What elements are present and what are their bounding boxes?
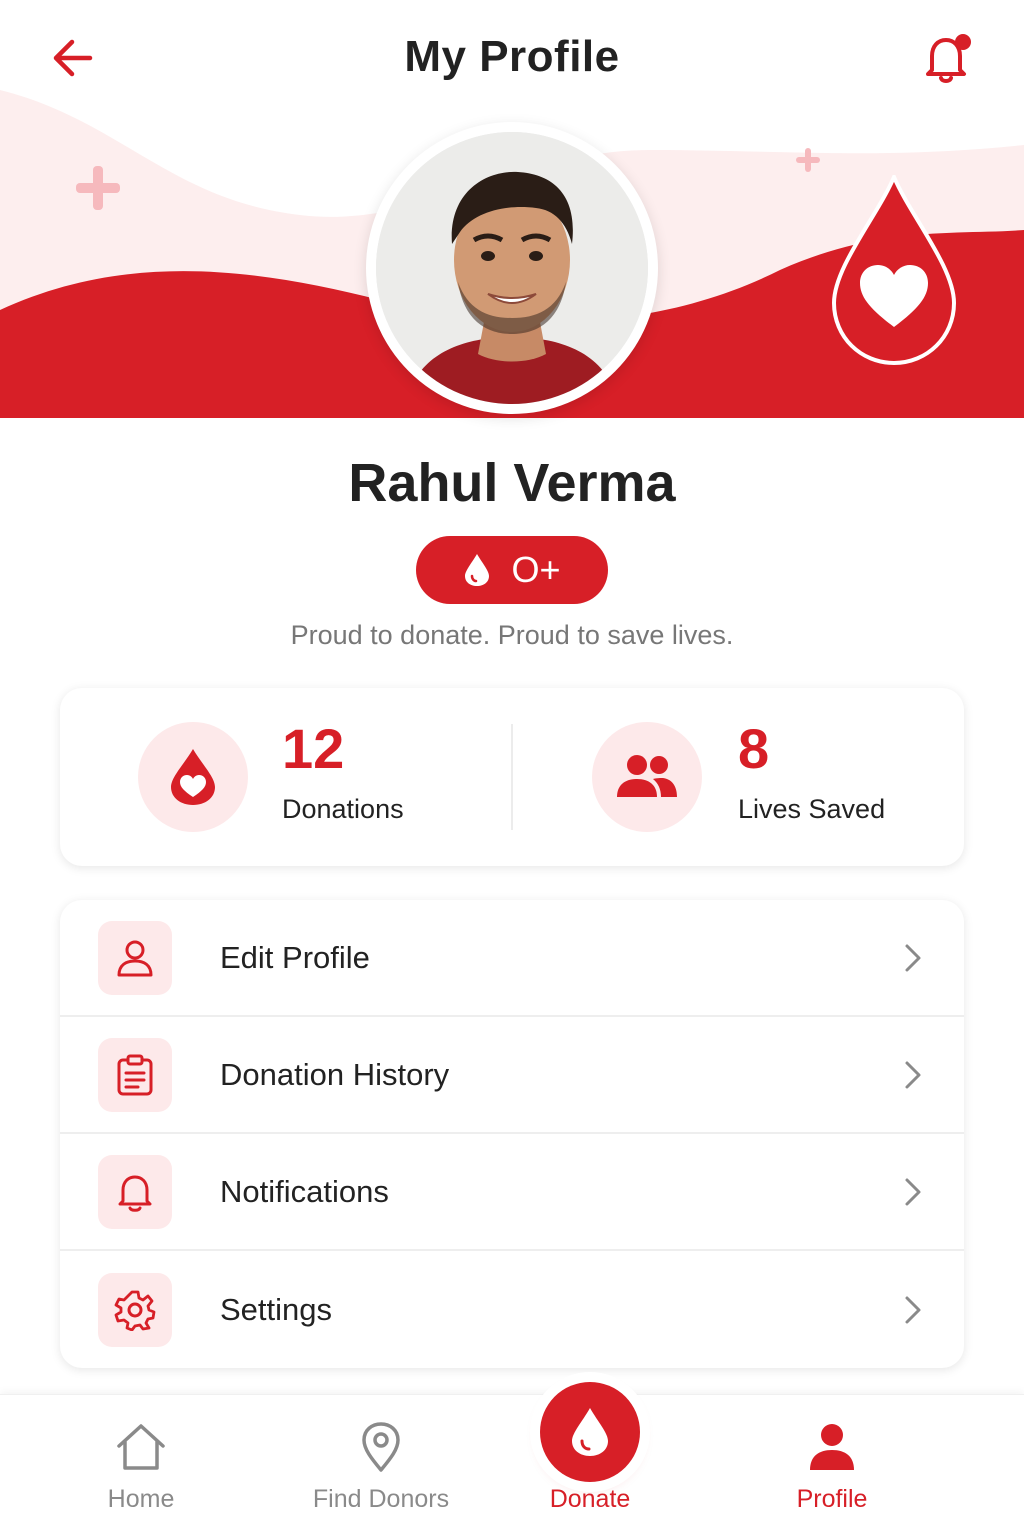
blood-drop-heart-badge-icon — [830, 171, 958, 366]
menu-label: Notifications — [220, 1173, 389, 1209]
chevron-right-icon — [898, 1295, 928, 1325]
top-app-bar: My Profile — [0, 0, 1024, 120]
chevron-right-icon — [898, 1177, 928, 1207]
location-pin-icon — [362, 1422, 400, 1472]
nav-label: Donate — [549, 1485, 631, 1513]
profile-name: Rahul Verma — [348, 453, 676, 513]
menu-icon-tile — [98, 1037, 172, 1112]
chevron-right-icon — [898, 1060, 928, 1090]
menu-item-settings[interactable]: Settings — [60, 1251, 964, 1368]
home-icon — [117, 1424, 165, 1470]
blood-drop-icon — [572, 1408, 608, 1456]
menu-label: Settings — [220, 1291, 333, 1327]
donations-count: 12 — [282, 717, 345, 780]
gear-icon — [114, 1290, 156, 1331]
lives-saved-label: Lives Saved — [738, 794, 886, 824]
menu-item-notifications[interactable]: Notifications — [60, 1134, 964, 1251]
menu-item-donation-history[interactable]: Donation History — [60, 1017, 964, 1134]
stat-lives-saved: 8 Lives Saved — [512, 688, 964, 866]
blood-group-value: O+ — [511, 549, 561, 590]
menu-icon-tile — [98, 1272, 172, 1347]
stat-icon-circle — [138, 722, 248, 832]
menu-icon-tile — [98, 1154, 172, 1229]
user-icon — [117, 940, 153, 976]
bell-icon — [118, 1175, 152, 1212]
profile-menu: Edit Profile Donation History Notificati… — [60, 900, 964, 1368]
donate-button[interactable] — [540, 1382, 640, 1482]
bottom-navigation: Home Find Donors Donate Profile — [0, 1394, 1024, 1536]
nav-label: Home — [107, 1485, 175, 1513]
page-title: My Profile — [404, 32, 620, 81]
bell-icon — [926, 34, 971, 83]
people-icon — [617, 755, 677, 797]
profile-photo — [376, 132, 648, 404]
nav-profile[interactable]: Profile — [732, 1395, 932, 1536]
lives-saved-count: 8 — [738, 717, 770, 780]
user-icon — [810, 1424, 854, 1470]
menu-label: Donation History — [220, 1056, 450, 1092]
nav-label: Profile — [796, 1485, 868, 1513]
menu-item-edit-profile[interactable]: Edit Profile — [60, 900, 964, 1017]
menu-label: Edit Profile — [220, 939, 370, 975]
stat-icon-circle — [592, 722, 702, 832]
stats-card: 12 Donations 8 Lives Saved — [60, 688, 964, 866]
clipboard-icon — [117, 1054, 153, 1095]
blood-drop-heart-icon — [171, 749, 215, 805]
notification-dot-icon — [955, 34, 971, 50]
blood-drop-icon — [465, 554, 490, 586]
nav-find-donors[interactable]: Find Donors — [281, 1395, 481, 1536]
avatar[interactable] — [366, 122, 658, 414]
stat-donations: 12 Donations — [60, 688, 510, 866]
chevron-right-icon — [898, 943, 928, 973]
profile-tagline: Proud to donate. Proud to save lives. — [290, 620, 734, 650]
nav-label: Find Donors — [312, 1485, 450, 1513]
menu-icon-tile — [98, 920, 172, 995]
donations-label: Donations — [282, 794, 404, 824]
notifications-button[interactable] — [916, 26, 980, 90]
blood-group-badge: O+ — [416, 536, 608, 604]
nav-home[interactable]: Home — [41, 1395, 241, 1536]
